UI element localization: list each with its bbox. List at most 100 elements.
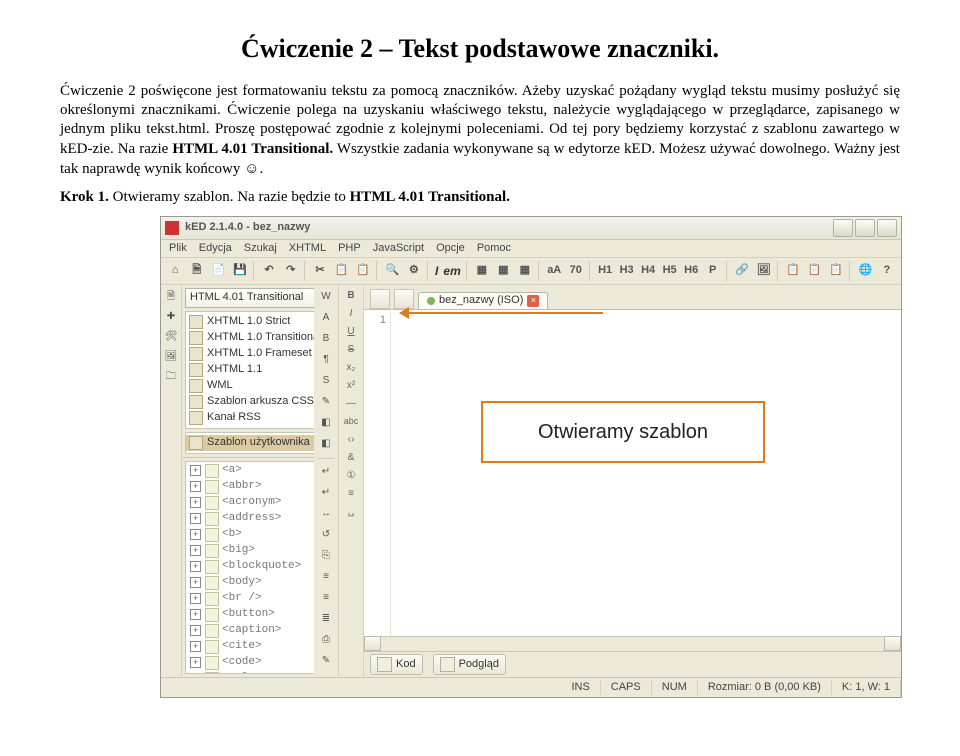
editor-tab[interactable]: bez_nazwy (ISO) × xyxy=(418,292,548,309)
template-dropdown[interactable]: HTML 4.01 Transitional ▾ xyxy=(185,288,326,308)
mida-pen-icon[interactable]: ✎ xyxy=(316,392,336,412)
tb-find-icon[interactable]: 🔍 xyxy=(382,260,403,282)
mida-reload-icon[interactable]: ↺ xyxy=(316,525,336,545)
tb-new-icon[interactable]: 🗎 xyxy=(187,260,208,282)
tag-col[interactable]: +<col> xyxy=(186,671,325,674)
tab-open-icon[interactable] xyxy=(394,289,414,309)
tb-layout2-icon[interactable]: ▦ xyxy=(493,260,514,282)
mida-a[interactable]: A xyxy=(316,308,336,328)
tmpl-user[interactable]: Szablon użytkownika xyxy=(186,435,325,451)
midb-list-icon[interactable]: ≡ xyxy=(342,485,360,503)
rail-image-icon[interactable]: 🖼 xyxy=(161,347,181,367)
mida-lines2-icon[interactable]: ≡ xyxy=(316,588,336,608)
tb-cut-icon[interactable]: ✂ xyxy=(310,260,331,282)
view-podglad-button[interactable]: Podgląd xyxy=(433,654,506,675)
tb-h1-icon[interactable]: H1 xyxy=(595,260,616,282)
tb-save-icon[interactable]: 💾 xyxy=(230,260,251,282)
mida-para[interactable]: ¶ xyxy=(316,350,336,370)
mida-pen2-icon[interactable]: ✎ xyxy=(316,651,336,671)
tmpl-wml[interactable]: WML xyxy=(186,378,325,394)
tag-caption[interactable]: +<caption> xyxy=(186,623,325,639)
tmpl-xhtml10-strict[interactable]: XHTML 1.0 Strict xyxy=(186,314,325,330)
mida-w[interactable]: W xyxy=(316,287,336,307)
tb-clip2-icon[interactable]: 📋 xyxy=(804,260,825,282)
mida-b[interactable]: B xyxy=(316,329,336,349)
tb-paste-icon[interactable]: 📋 xyxy=(353,260,374,282)
tag-code[interactable]: +<code> xyxy=(186,655,325,671)
view-kod-button[interactable]: Kod xyxy=(370,654,423,675)
tb-h6-icon[interactable]: H6 xyxy=(681,260,702,282)
midb-bold[interactable]: B xyxy=(342,287,360,305)
tb-image-icon[interactable]: 🖼 xyxy=(753,260,774,282)
menu-xhtml[interactable]: XHTML xyxy=(289,243,326,254)
tb-home-icon[interactable]: ⌂ xyxy=(165,260,186,282)
mida-dup-icon[interactable]: ⎘ xyxy=(316,546,336,566)
tmpl-xhtml10-transitional[interactable]: XHTML 1.0 Transitional xyxy=(186,330,325,346)
tag-cite[interactable]: +<cite> xyxy=(186,639,325,655)
mida-print-icon[interactable]: ⎙ xyxy=(316,630,336,650)
menu-edycja[interactable]: Edycja xyxy=(199,243,232,254)
mida-ret2-icon[interactable]: ↵ xyxy=(316,483,336,503)
mida-lines3-icon[interactable]: ≣ xyxy=(316,609,336,629)
tag-big[interactable]: +<big> xyxy=(186,543,325,559)
tb-web-icon[interactable]: 🌐 xyxy=(855,260,876,282)
window-maximize-button[interactable] xyxy=(855,219,875,237)
midb-tag-icon[interactable]: ‹› xyxy=(342,431,360,449)
window-close-button[interactable] xyxy=(877,219,897,237)
editor-hscroll[interactable] xyxy=(364,636,901,651)
mida-lines1-icon[interactable]: ≡ xyxy=(316,567,336,587)
tmpl-xhtml10-frameset[interactable]: XHTML 1.0 Frameset xyxy=(186,346,325,362)
rail-add-icon[interactable]: ✚ xyxy=(161,307,181,327)
tb-copy-icon[interactable]: 📋 xyxy=(331,260,352,282)
midb-underline[interactable]: U xyxy=(342,323,360,341)
tb-italic-label[interactable]: I xyxy=(433,265,440,277)
mida-box1-icon[interactable]: ◧ xyxy=(316,413,336,433)
rail-doc-icon[interactable]: 🗎 xyxy=(161,287,181,307)
midb-hr[interactable]: — xyxy=(342,395,360,413)
tag-abbr[interactable]: +<abbr> xyxy=(186,479,325,495)
tab-new-icon[interactable] xyxy=(370,289,390,309)
tag-body[interactable]: +<body> xyxy=(186,575,325,591)
mida-box2-icon[interactable]: ◧ xyxy=(316,434,336,454)
menu-plik[interactable]: Plik xyxy=(169,243,187,254)
midb-amp[interactable]: & xyxy=(342,449,360,467)
rail-tool-icon[interactable]: 🛠 xyxy=(161,327,181,347)
tag-b[interactable]: +<b> xyxy=(186,527,325,543)
rail-folder-icon[interactable]: 🗀 xyxy=(161,367,181,387)
tb-link-icon[interactable]: 🔗 xyxy=(732,260,753,282)
menu-php[interactable]: PHP xyxy=(338,243,361,254)
tb-70-icon[interactable]: 70 xyxy=(565,260,586,282)
tmpl-css[interactable]: Szablon arkusza CSS xyxy=(186,394,325,410)
tb-layout3-icon[interactable]: ▦ xyxy=(515,260,536,282)
tb-layout1-icon[interactable]: ▦ xyxy=(472,260,493,282)
menu-opcje[interactable]: Opcje xyxy=(436,243,465,254)
menu-pomoc[interactable]: Pomoc xyxy=(477,243,511,254)
tag-blockquote[interactable]: +<blockquote> xyxy=(186,559,325,575)
tb-h5-icon[interactable]: H5 xyxy=(659,260,680,282)
code-editor[interactable]: 1 Otwieramy szablon xyxy=(364,310,901,636)
tb-undo-icon[interactable]: ↶ xyxy=(259,260,280,282)
tb-clip1-icon[interactable]: 📋 xyxy=(783,260,804,282)
midb-abc[interactable]: abc xyxy=(342,413,360,431)
tag-acronym[interactable]: +<acronym> xyxy=(186,495,325,511)
tb-case-icon[interactable]: aA xyxy=(544,260,565,282)
tb-help-icon[interactable]: ? xyxy=(877,260,898,282)
hscroll-left-icon[interactable] xyxy=(364,636,381,651)
tmpl-rss[interactable]: Kanał RSS xyxy=(186,410,325,426)
tb-redo-icon[interactable]: ↷ xyxy=(280,260,301,282)
tmpl-xhtml11[interactable]: XHTML 1.1 xyxy=(186,362,325,378)
tb-clip3-icon[interactable]: 📋 xyxy=(826,260,847,282)
menu-javascript[interactable]: JavaScript xyxy=(373,243,424,254)
midb-space-icon[interactable]: ␣ xyxy=(342,503,360,521)
mida-s[interactable]: S xyxy=(316,371,336,391)
tag-a[interactable]: +<a> xyxy=(186,463,325,479)
midb-sub[interactable]: x₂ xyxy=(342,359,360,377)
midb-num[interactable]: ① xyxy=(342,467,360,485)
mida-ret1-icon[interactable]: ↵ xyxy=(316,462,336,482)
midb-sup[interactable]: x² xyxy=(342,377,360,395)
tab-close-icon[interactable]: × xyxy=(527,295,539,307)
midb-italic[interactable]: I xyxy=(342,305,360,323)
mida-hline-icon[interactable]: ↔ xyxy=(316,504,336,524)
menu-szukaj[interactable]: Szukaj xyxy=(244,243,277,254)
tb-h4-icon[interactable]: H4 xyxy=(638,260,659,282)
